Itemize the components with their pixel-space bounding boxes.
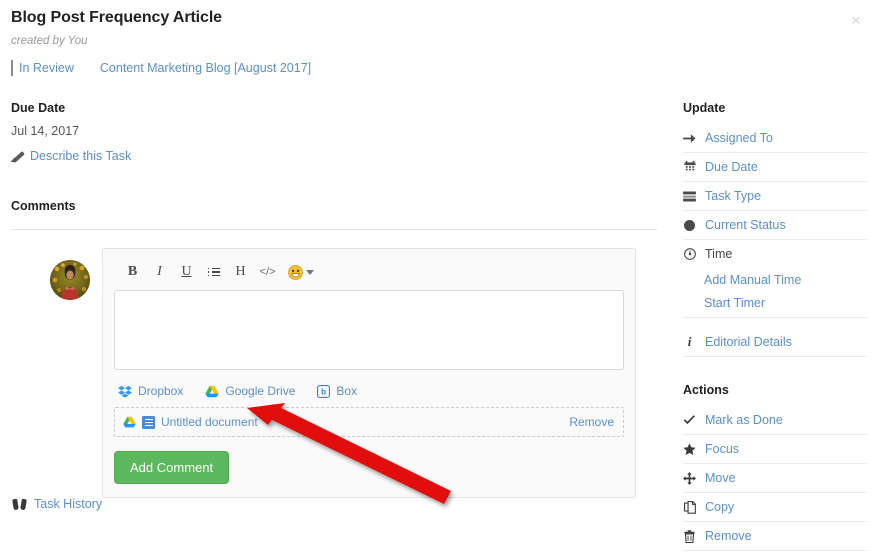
emoji-icon [288,264,303,280]
sidebar-item-label[interactable]: Mark as Done [705,413,783,427]
task-history-link[interactable]: Task History [13,497,102,511]
bold-button[interactable]: B [120,263,145,281]
emoji-button[interactable] [288,264,314,280]
star-icon [683,443,696,455]
sidebar-item-add-manual-time[interactable]: Add Manual Time [683,268,867,291]
clock-icon [683,248,696,260]
pencil-icon [11,150,23,162]
box-attach-button[interactable]: b Box [317,384,357,398]
underline-button[interactable]: U [174,263,199,281]
sidebar-item-focus[interactable]: Focus [683,435,867,464]
task-status[interactable]: In Review [11,60,74,76]
cloud-attach-row: Dropbox Google Drive b Box [114,373,624,407]
created-by-label: created by You [11,35,88,47]
check-icon [683,414,696,426]
italic-button[interactable]: I [147,263,172,281]
sidebar-subitem-label[interactable]: Add Manual Time [704,273,801,287]
comment-composer: B I U H </> Dropbox Google Drive b Box U… [102,248,636,498]
update-heading: Update [683,101,726,115]
move-arrows-icon [683,471,696,485]
google-doc-icon [142,415,155,429]
sidebar-item-label[interactable]: Assigned To [705,131,773,145]
attachment-name[interactable]: Untitled document [161,415,258,429]
main-content: Blog Post Frequency Article created by Y… [11,8,657,498]
heading-button[interactable]: H [228,263,253,281]
copy-icon [683,500,696,514]
sidebar-item-remove[interactable]: Remove [683,522,867,551]
box-icon: b [317,384,331,398]
sidebar-item-mark-as-done[interactable]: Mark as Done [683,406,867,435]
task-detail-page: × Blog Post Frequency Article created by… [0,0,877,558]
sidebar-item-time: Time [683,240,867,268]
sidebar-item-label: Time [705,247,733,261]
task-type-icon [683,190,696,202]
arrow-right-icon [683,133,696,144]
attachment-remove-link[interactable]: Remove [569,415,614,429]
sidebar-item-task-type[interactable]: Task Type [683,182,867,211]
task-status-label[interactable]: In Review [19,61,74,75]
chevron-down-icon [306,269,314,275]
task-project-label[interactable]: Content Marketing Blog [August 2017] [100,61,311,75]
bullet-list-icon[interactable] [201,263,226,281]
trash-icon [683,529,696,543]
attachment-info: Untitled document [123,415,258,429]
google-drive-label[interactable]: Google Drive [225,384,295,398]
dropbox-label[interactable]: Dropbox [138,384,183,398]
comments-divider [11,229,657,230]
describe-task-link[interactable]: Describe this Task [30,149,131,163]
sidebar-subitem-label[interactable]: Start Timer [704,296,765,310]
sidebar-item-assigned-to[interactable]: Assigned To [683,124,867,153]
due-date-value: Jul 14, 2017 [11,124,80,138]
due-date-heading: Due Date [11,101,66,115]
comments-heading: Comments [11,199,76,213]
binoculars-icon [13,499,26,510]
avatar [50,260,90,300]
sidebar-item-due-date[interactable]: Due Date [683,153,867,182]
sidebar-item-move[interactable]: Move [683,464,867,493]
describe-task-row[interactable]: Describe this Task [11,149,657,163]
add-comment-button[interactable]: Add Comment [114,451,230,484]
comment-input[interactable] [114,290,624,370]
sidebar-item-label[interactable]: Focus [705,442,739,456]
sidebar-item-label[interactable]: Editorial Details [705,335,792,349]
task-project[interactable]: Content Marketing Blog [August 2017] [94,61,311,75]
info-icon: i [687,334,692,349]
dropbox-icon [118,385,132,398]
sidebar-item-start-timer[interactable]: Start Timer [683,291,867,318]
attachment-row: Untitled document Remove [114,407,624,437]
dropbox-attach-button[interactable]: Dropbox [118,384,183,398]
sidebar-item-editorial-details[interactable]: i Editorial Details [683,328,867,357]
google-drive-icon [123,416,136,428]
editor-toolbar: B I U H </> [114,261,624,290]
code-button[interactable]: </> [255,263,280,281]
google-drive-icon [205,385,220,397]
sidebar-item-label[interactable]: Copy [705,500,734,514]
sidebar-item-label[interactable]: Current Status [705,218,786,232]
sidebar: Update Assigned To Due Date Task Type Cu… [683,101,867,551]
sidebar-item-copy[interactable]: Copy [683,493,867,522]
sidebar-item-label[interactable]: Move [705,471,736,485]
sidebar-item-label[interactable]: Task Type [705,189,761,203]
comment-composer-wrap: B I U H </> Dropbox Google Drive b Box U… [11,248,657,498]
sidebar-item-label[interactable]: Remove [705,529,752,543]
calendar-icon [683,161,696,173]
task-history-label[interactable]: Task History [34,497,102,511]
task-meta-row: In Review Content Marketing Blog [August… [11,60,657,76]
close-icon[interactable]: × [845,10,867,32]
sidebar-item-label[interactable]: Due Date [705,160,758,174]
sidebar-item-current-status[interactable]: Current Status [683,211,867,240]
google-drive-attach-button[interactable]: Google Drive [205,384,295,398]
circle-icon [683,219,696,231]
box-label[interactable]: Box [336,384,357,398]
svg-text:b: b [321,386,326,396]
actions-heading: Actions [683,383,729,397]
page-title: Blog Post Frequency Article [11,9,222,26]
